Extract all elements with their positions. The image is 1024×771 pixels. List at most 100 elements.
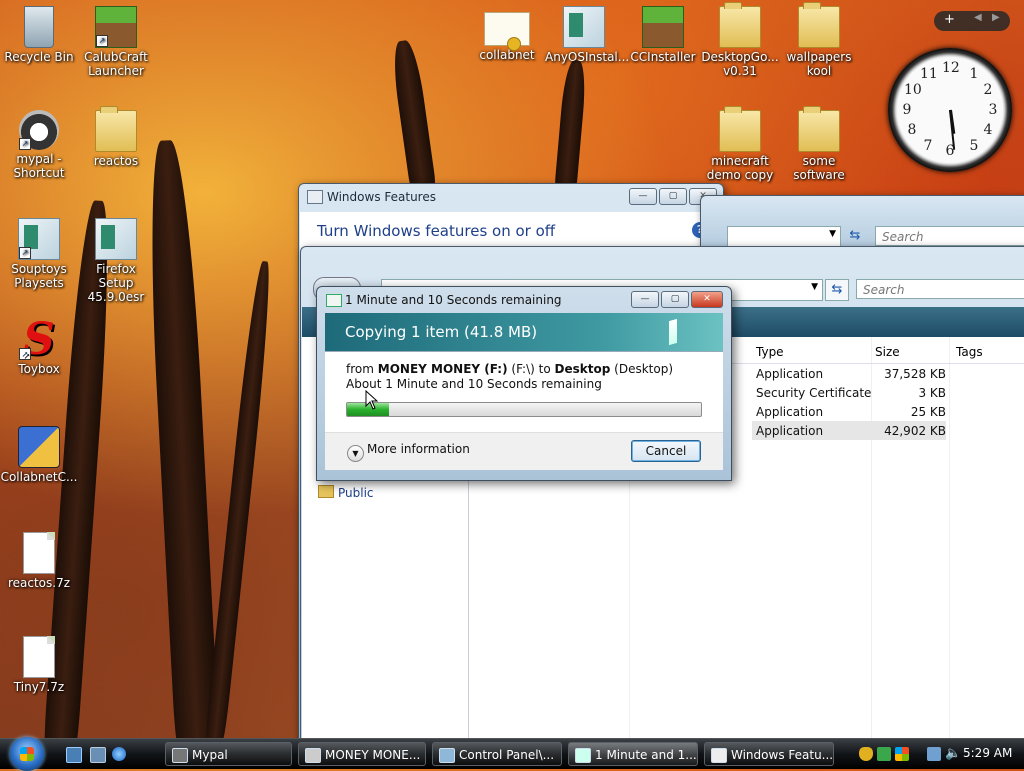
desktop-icon-firefox-setup[interactable]: Firefox Setup 45.9.0esr — [77, 218, 155, 304]
folder-icon — [95, 106, 137, 152]
maximize-button[interactable]: ▢ — [661, 291, 689, 308]
desktop-icon-collabnet-installer[interactable]: CollabnetC... — [0, 426, 78, 484]
time-remaining: About 1 Minute and 10 Seconds remaining — [346, 377, 602, 391]
shield-installer-icon — [18, 426, 60, 468]
drive-icon — [305, 748, 321, 763]
source-name: MONEY MONEY (F:) — [377, 362, 508, 376]
internet-explorer-icon[interactable] — [112, 747, 126, 761]
desktop-icon-reactos-7z[interactable]: reactos.7z — [0, 532, 78, 590]
tree-trunk — [204, 260, 276, 740]
control-panel-address-bar[interactable]: ▼ — [727, 226, 841, 248]
grass-block-icon — [642, 6, 684, 48]
desktop-icon-minecraft-demo[interactable]: minecraft demo copy — [701, 106, 779, 182]
chevron-down-icon[interactable]: ▼ — [829, 229, 836, 239]
switch-windows-icon[interactable] — [90, 747, 106, 763]
table-row[interactable]: Application 37,528 KB — [752, 364, 946, 383]
chevron-down-icon[interactable]: ▼ — [811, 282, 818, 292]
folder-icon — [798, 106, 840, 152]
control-panel-search-input[interactable]: Search — [875, 226, 1024, 246]
clock-number: 4 — [983, 122, 993, 138]
desktop-icon-label: minecraft demo copy — [706, 154, 774, 182]
volume-icon[interactable]: 🔈 — [945, 747, 961, 761]
clock-number: 11 — [920, 66, 938, 82]
copy-body: from MONEY MONEY (F:) (F:\) to Desktop (… — [325, 351, 723, 470]
desktop-icon-desktopgo[interactable]: DesktopGo... v0.31 — [701, 2, 779, 78]
shield-warning-icon[interactable] — [859, 747, 873, 761]
file-icon — [23, 532, 55, 574]
show-desktop-icon[interactable] — [66, 747, 82, 763]
desktop-icon-tiny7-7z[interactable]: Tiny7.7z — [0, 636, 78, 694]
table-row[interactable]: Security Certificate 3 KB — [752, 383, 946, 402]
taskbar-button-windows-features[interactable]: Windows Featu... — [704, 742, 834, 766]
shortcut-arrow-icon: ↗ — [19, 348, 31, 360]
tree-item-public[interactable]: Public — [318, 485, 374, 500]
dialog-footer: ▼ More information Cancel — [325, 432, 723, 470]
column-divider — [949, 337, 950, 741]
titlebar[interactable]: 1 Minute and 10 Seconds remaining — ▢ ✕ — [317, 287, 731, 313]
taskbar-button-label: 1 Minute and 1... — [595, 748, 697, 762]
taskbar-button-copy-progress[interactable]: 1 Minute and 1... — [568, 742, 698, 766]
desktop-icon-souptoys[interactable]: ↗ Souptoys Playsets — [0, 218, 78, 290]
recycle-icon[interactable] — [877, 747, 891, 761]
security-center-icon[interactable] — [895, 747, 909, 761]
from-label: from — [346, 362, 374, 376]
desktop-icon-wallpapers-kool[interactable]: wallpapers kool — [780, 2, 858, 78]
more-information-toggle[interactable]: ▼ More information — [347, 442, 470, 462]
desktop-icon-mypal-shortcut[interactable]: ↗ mypal - Shortcut — [0, 110, 78, 180]
folder-icon — [798, 2, 840, 48]
desktop-icon-label: Firefox Setup 45.9.0esr — [87, 262, 145, 304]
dest-path: (Desktop) — [614, 362, 674, 376]
cell-size: 37,528 KB — [884, 366, 946, 381]
taskbar-button-label: Mypal — [192, 748, 228, 762]
cell-size: 42,902 KB — [884, 423, 946, 438]
desktop-icon-anyosinstaller[interactable]: AnyOSInstal... — [545, 6, 629, 64]
window-title: Windows Features — [327, 190, 436, 204]
desktop-icon-label: reactos.7z — [7, 576, 71, 590]
toybox-s-icon: S ↗ — [19, 318, 59, 362]
start-button[interactable] — [10, 737, 44, 771]
cancel-button[interactable]: Cancel — [631, 440, 701, 462]
copy-progress-dialog[interactable]: 1 Minute and 10 Seconds remaining — ▢ ✕ … — [316, 286, 732, 481]
minimize-button[interactable]: — — [631, 291, 659, 308]
taskbar-button-mypal[interactable]: Mypal — [165, 742, 292, 766]
close-button[interactable]: ✕ — [691, 291, 723, 308]
column-header-size[interactable]: Size — [875, 345, 900, 359]
clock-gadget[interactable]: 12 1 2 3 4 5 6 7 8 9 10 11 — [888, 48, 1012, 172]
raccoon-icon — [172, 748, 188, 763]
refresh-icon[interactable]: ⇆ — [845, 226, 865, 246]
control-panel-window[interactable]: ▼ ⇆ Search — [700, 195, 1024, 248]
copy-icon — [575, 748, 591, 763]
maximize-button[interactable]: ▢ — [659, 188, 687, 205]
sidebar-prev-icon[interactable]: ◀ — [974, 12, 982, 23]
table-row[interactable]: Application 42,902 KB — [752, 421, 946, 440]
taskbar-button-label: Windows Featu... — [731, 748, 834, 762]
explorer-search-input[interactable]: Search — [856, 279, 1024, 299]
minimize-button[interactable]: — — [629, 188, 657, 205]
titlebar[interactable]: Windows Features — ▢ ✕ — [299, 184, 723, 210]
desktop-icon-collabnet[interactable]: collabnet — [468, 6, 546, 62]
desktop-icon-recycle-bin[interactable]: Recycle Bin — [0, 6, 78, 64]
clock-time[interactable]: 5:29 AM — [963, 746, 1012, 760]
cell-type: Application — [756, 366, 824, 381]
desktop-icon-label: CCInstaller — [630, 50, 696, 64]
column-header-tags[interactable]: Tags — [956, 345, 983, 359]
desktop-icon-some-software[interactable]: some software — [780, 106, 858, 182]
sidebar-add-button[interactable]: + — [944, 12, 955, 27]
sidebar-next-icon[interactable]: ▶ — [992, 12, 1000, 23]
column-header-type[interactable]: Type — [756, 345, 784, 359]
taskbar-button-control-panel[interactable]: Control Panel\... — [432, 742, 562, 766]
taskbar-button-label: MONEY MONE... — [325, 748, 421, 762]
desktop-icon-ccinstaller[interactable]: CCInstaller — [624, 6, 702, 64]
desktop-icon-calubcraft[interactable]: ↗ CalubCraft Launcher — [77, 6, 155, 78]
table-row[interactable]: Application 25 KB — [752, 402, 946, 421]
raccoon-icon: ↗ — [19, 110, 59, 150]
sidebar-controls: + ◀ ▶ — [934, 11, 1010, 31]
installer-icon — [95, 218, 137, 260]
desktop-icon-reactos[interactable]: reactos — [77, 106, 155, 168]
refresh-icon[interactable]: ⇆ — [825, 279, 849, 301]
taskbar-button-label: Control Panel\... — [459, 748, 555, 762]
desktop-icon-toybox[interactable]: S ↗ Toybox — [0, 318, 78, 377]
desktop-icon-label: collabnet — [479, 48, 535, 62]
network-icon[interactable] — [927, 747, 941, 761]
taskbar-button-money-money[interactable]: MONEY MONE... — [298, 742, 426, 766]
